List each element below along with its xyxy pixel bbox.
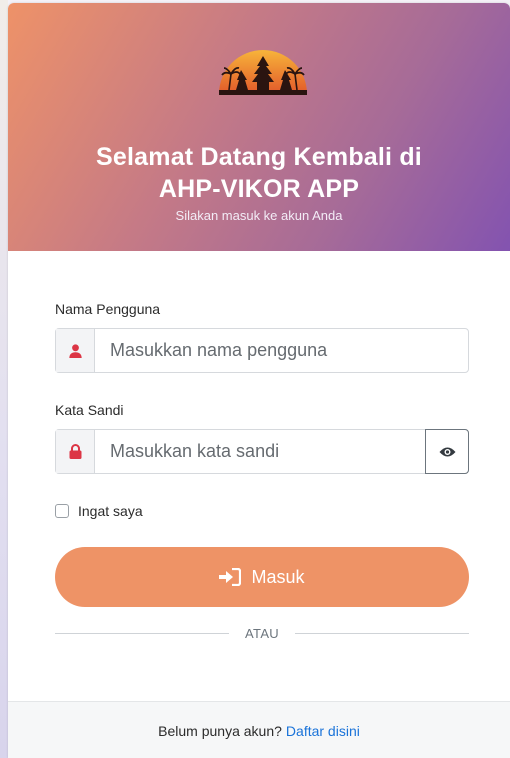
login-button[interactable]: Masuk [55,547,469,607]
username-field-group [55,328,469,373]
eye-icon [439,447,455,456]
password-field-group [55,429,469,474]
register-footer: Belum punya akun? Daftar disini [8,701,510,758]
login-card: Selamat Datang Kembali di AHP-VIKOR APP … [8,3,510,758]
divider-line-right [294,632,470,634]
username-addon [56,329,95,372]
background-strip [0,0,8,758]
bali-temple-sunset-logo [219,50,307,95]
page-title: Selamat Datang Kembali di AHP-VIKOR APP [8,141,510,205]
register-prompt: Belum punya akun? [158,722,282,739]
page-subtitle: Silakan masuk ke akun Anda [175,208,343,223]
title-line-1: Selamat Datang Kembali di [96,143,422,171]
title-line-2: AHP-VIKOR APP [158,175,360,203]
login-button-label: Masuk [251,566,305,587]
divider-line-left [55,632,230,634]
user-icon [68,343,82,358]
or-divider: ATAU [55,623,470,643]
username-label: Nama Pengguna [55,301,161,317]
password-addon [56,430,95,473]
lock-icon [69,444,81,459]
remember-me[interactable]: Ingat saya [55,503,143,519]
login-header: Selamat Datang Kembali di AHP-VIKOR APP … [8,3,510,251]
sign-in-icon [219,568,242,586]
username-input[interactable] [95,329,468,372]
page: Selamat Datang Kembali di AHP-VIKOR APP … [0,0,510,758]
password-label: Kata Sandi [55,402,124,418]
remember-checkbox[interactable] [55,504,69,518]
password-input[interactable] [95,430,425,473]
register-link[interactable]: Daftar disini [286,723,360,739]
divider-text: ATAU [245,625,279,641]
remember-label: Ingat saya [78,503,143,519]
toggle-password-button[interactable] [425,429,469,474]
